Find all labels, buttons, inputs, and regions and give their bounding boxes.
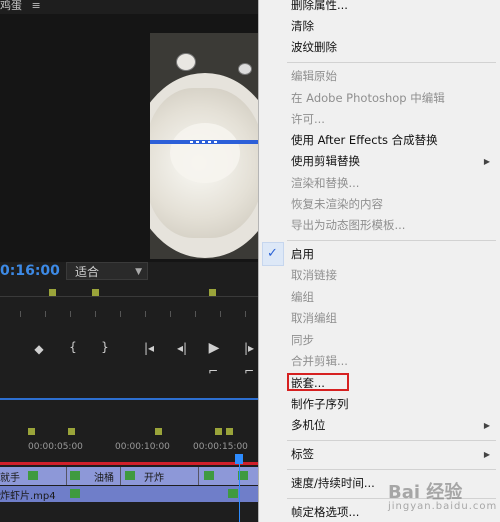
fit-zoom-value: 适合	[75, 265, 100, 279]
submenu-arrow-icon: ▶	[483, 421, 490, 430]
monitor-scrub-ruler[interactable]	[0, 289, 258, 321]
fit-zoom-select[interactable]: 适合 ▼	[66, 262, 148, 280]
menu-item-make-subsequence[interactable]: 制作子序列	[291, 397, 349, 411]
ruler-label: 00:00:05:00	[28, 442, 83, 452]
marker-icon[interactable]	[49, 289, 56, 296]
marker-icon[interactable]	[226, 428, 233, 435]
menu-item-clear[interactable]: 清除	[291, 19, 314, 33]
menu-item-edit-in-photoshop[interactable]: 在 Adobe Photoshop 中编辑	[291, 91, 445, 105]
checkmark-icon: ✓	[267, 246, 278, 261]
menu-item-synchronize[interactable]: 同步	[291, 333, 314, 347]
video-editor-panel: 鸡蛋 ≡ 0:16:00 适合 ▼ ◆ { } |◂ ◂| ▶ |▸ ⌐ ⌐ 0…	[0, 0, 258, 522]
menu-separator	[287, 440, 496, 441]
menu-item-ungroup[interactable]: 取消编组	[291, 311, 337, 325]
video-preview-frame	[150, 33, 258, 259]
ruler-label: 00:00:15:00	[193, 442, 248, 452]
menu-item-replace-with-clip[interactable]: 使用剪辑替换	[291, 154, 360, 168]
play-icon[interactable]: ▶	[207, 340, 221, 356]
figurine-shape	[176, 53, 196, 71]
menu-item-label[interactable]: 标签	[291, 447, 314, 461]
watermark-logo: Bai 经验 jingyan.baidu.com	[388, 478, 497, 512]
transport-controls: ◆ { } |◂ ◂| ▶ |▸ ⌐ ⌐	[0, 336, 258, 386]
add-marker-icon[interactable]: ◆	[32, 342, 46, 356]
clip-label: 开炸	[144, 473, 164, 484]
timeline-divider	[0, 398, 258, 400]
clip-label: 就手	[0, 473, 20, 484]
fx-badge-icon	[70, 489, 80, 498]
menu-item-restore-unrendered[interactable]: 恢复未渲染的内容	[291, 197, 383, 211]
chevron-down-icon: ▼	[135, 267, 142, 277]
submenu-arrow-icon: ▶	[483, 157, 490, 166]
extract-icon[interactable]: ⌐	[242, 364, 256, 378]
fx-badge-icon	[70, 471, 80, 480]
menu-item-multi-camera[interactable]: 多机位	[291, 418, 326, 432]
menu-item-enable[interactable]: 启用	[291, 247, 314, 261]
context-menu: 删除属性... 清除 波纹删除 编辑原始 在 Adobe Photoshop 中…	[258, 0, 500, 522]
menu-item-replace-with-ae[interactable]: 使用 After Effects 合成替换	[291, 133, 438, 147]
menu-item-ripple-delete[interactable]: 波纹删除	[291, 40, 337, 54]
menu-separator	[287, 62, 496, 63]
menu-item-edit-original[interactable]: 编辑原始	[291, 69, 337, 83]
menu-item-unlink[interactable]: 取消链接	[291, 268, 337, 282]
submenu-arrow-icon: ▶	[483, 450, 490, 459]
panel-title-text: 鸡蛋	[0, 0, 22, 12]
lift-icon[interactable]: ⌐	[206, 364, 220, 378]
menu-separator	[287, 240, 496, 241]
fx-badge-icon	[228, 489, 238, 498]
marker-icon[interactable]	[155, 428, 162, 435]
marker-icon[interactable]	[92, 289, 99, 296]
marker-icon[interactable]	[209, 289, 216, 296]
menu-item-frame-hold-options[interactable]: 帧定格选项...	[291, 505, 359, 519]
figurine-small-shape	[238, 63, 252, 75]
food-highlight	[170, 123, 240, 183]
nest-highlight-box	[287, 373, 349, 391]
fx-badge-icon	[28, 471, 38, 480]
watermark-text: Bai 经验	[388, 482, 463, 503]
clip-label: 油桶	[94, 473, 114, 484]
mark-in-icon[interactable]: {	[66, 340, 80, 354]
work-area-bar[interactable]	[0, 462, 258, 465]
marker-icon[interactable]	[215, 428, 222, 435]
fx-badge-icon	[204, 471, 214, 480]
guide-dash	[190, 141, 218, 143]
audio-clip-label: 炸虾片.mp4	[0, 491, 56, 502]
fx-badge-icon	[125, 471, 135, 480]
ruler-label: 00:00:10:00	[115, 442, 170, 452]
menu-item-remove-attributes[interactable]: 删除属性...	[291, 0, 348, 12]
menu-item-render-and-replace[interactable]: 渲染和替换...	[291, 176, 359, 190]
menu-item-merge-clips[interactable]: 合并剪辑...	[291, 354, 348, 368]
menu-item-export-mogrt[interactable]: 导出为动态图形模板...	[291, 218, 405, 232]
video-track[interactable]: 就手 油桶 开炸	[0, 467, 258, 485]
playhead-timecode[interactable]: 0:16:00	[0, 263, 60, 279]
go-to-in-icon[interactable]: |◂	[140, 341, 158, 355]
menu-item-speed-duration[interactable]: 速度/持续时间...	[291, 476, 375, 490]
step-forward-icon[interactable]: |▸	[240, 341, 258, 355]
audio-track[interactable]: 炸虾片.mp4	[0, 486, 258, 502]
step-back-icon[interactable]: ◂|	[173, 341, 191, 355]
marker-icon[interactable]	[28, 428, 35, 435]
watermark-sub: jingyan.baidu.com	[388, 501, 498, 512]
mark-out-icon[interactable]: }	[98, 340, 112, 354]
marker-icon[interactable]	[68, 428, 75, 435]
menu-separator	[287, 469, 496, 470]
menu-item-license[interactable]: 许可...	[291, 112, 325, 126]
panel-title: 鸡蛋 ≡	[0, 0, 41, 13]
panel-menu-icon[interactable]: ≡	[32, 0, 41, 12]
menu-item-group[interactable]: 编组	[291, 290, 314, 304]
playhead-line[interactable]	[239, 454, 240, 522]
timeline-ruler[interactable]: 00:00:05:00 00:00:10:00 00:00:15:00	[0, 428, 258, 456]
